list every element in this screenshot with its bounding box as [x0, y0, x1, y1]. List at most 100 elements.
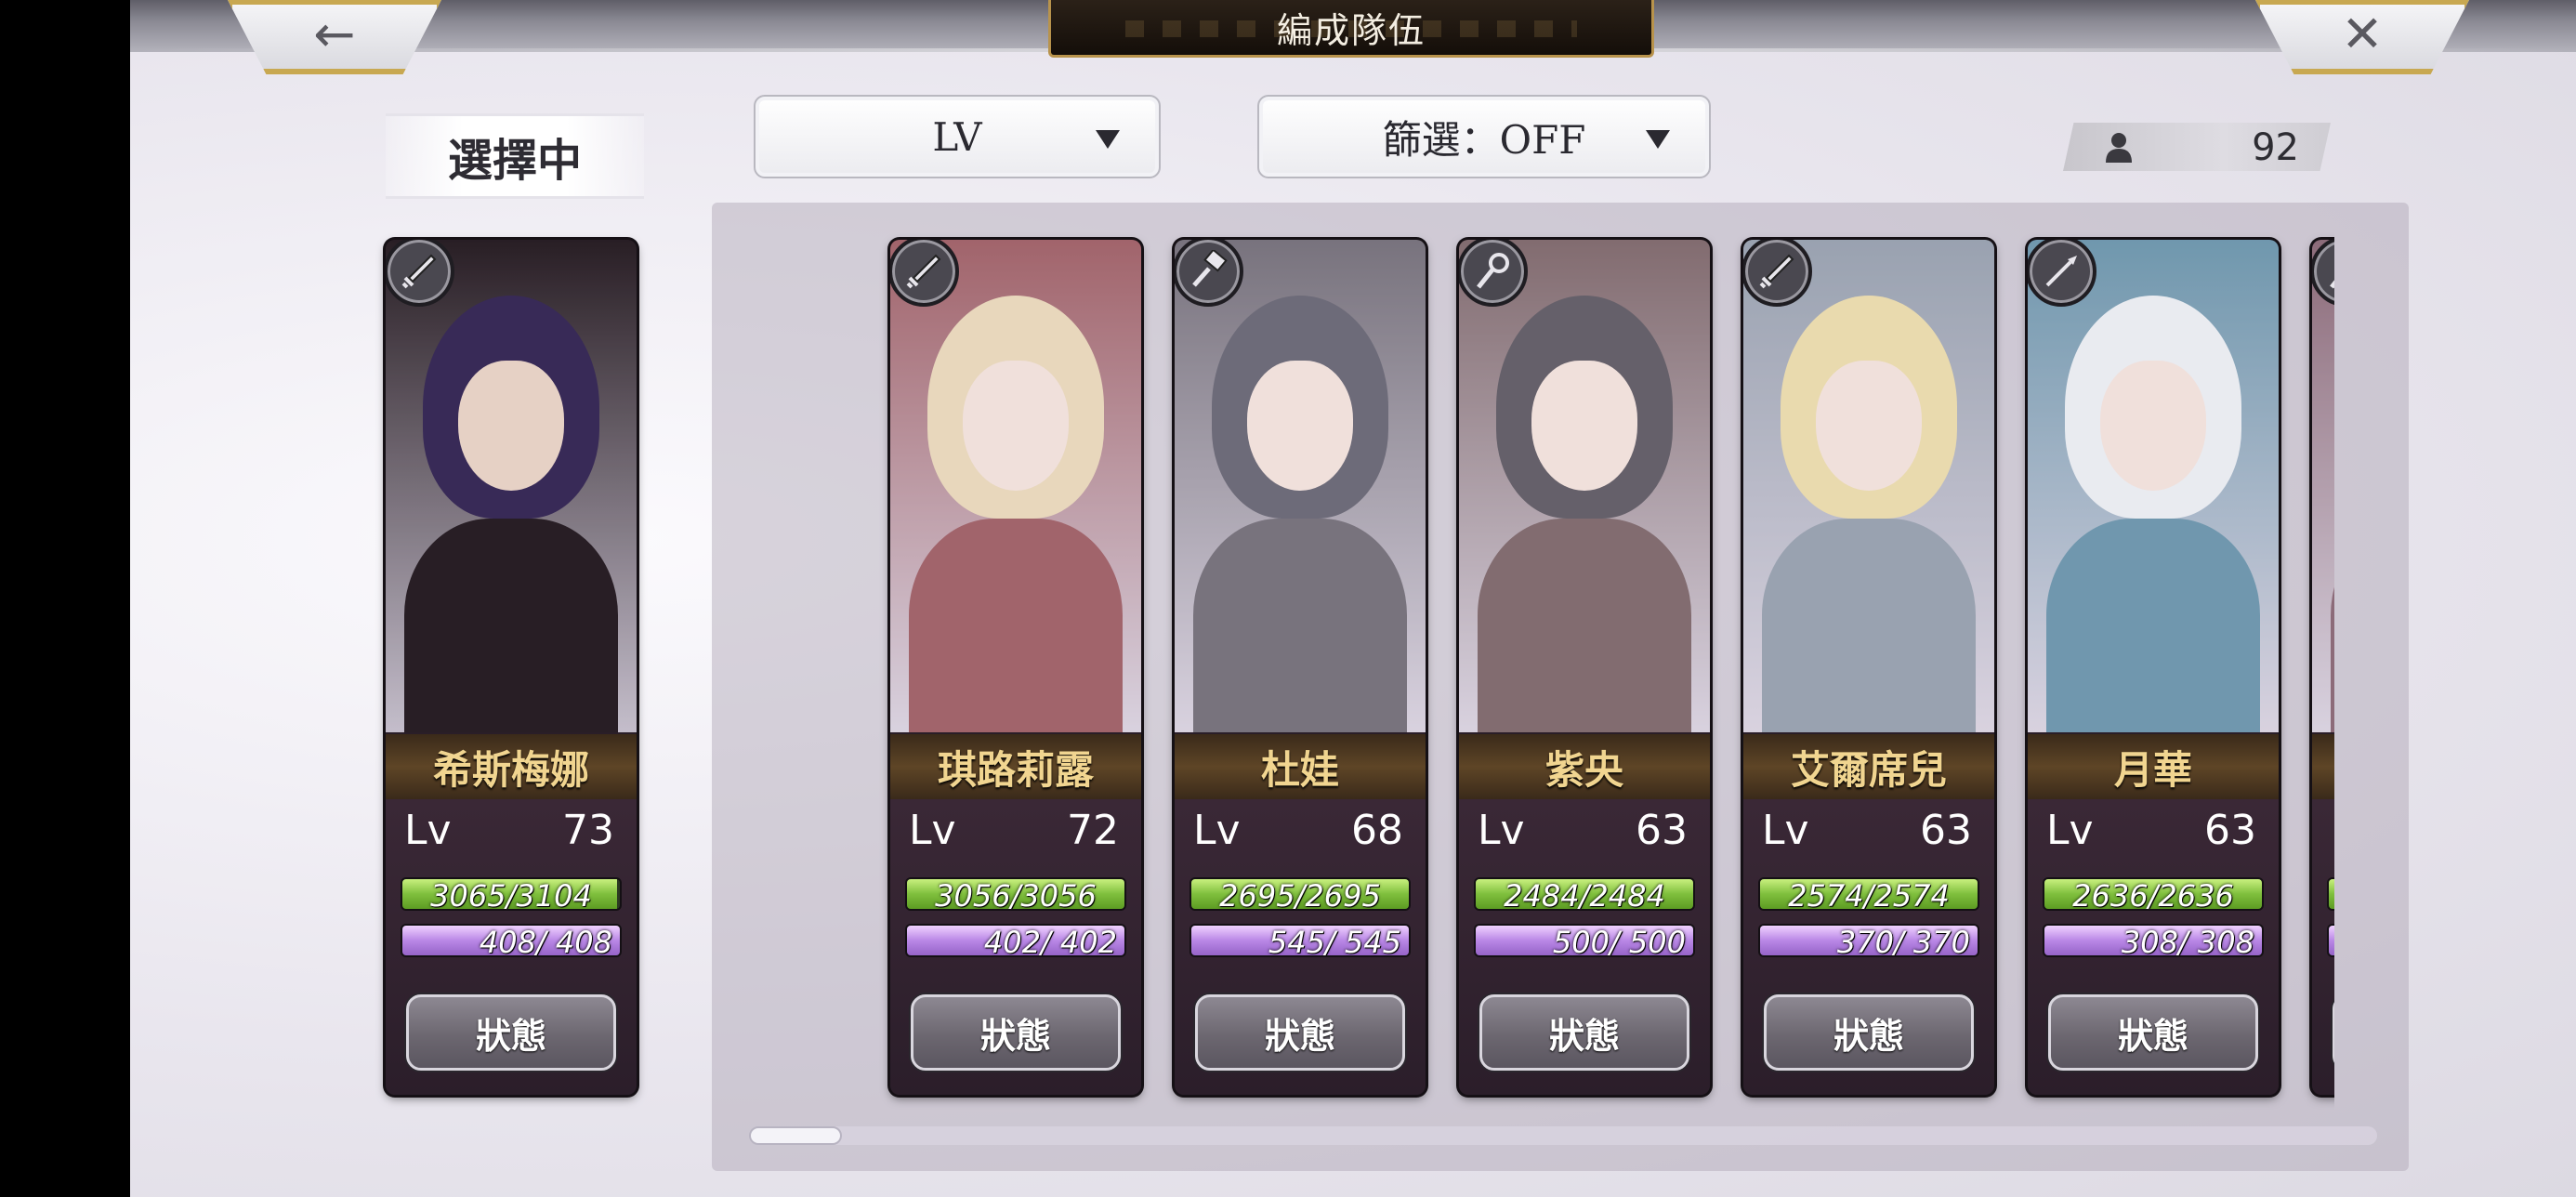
- status-button[interactable]: 狀態: [1195, 994, 1405, 1071]
- mp-value: 370/ 370: [1836, 925, 1970, 957]
- filter-dropdown[interactable]: 篩選：OFF: [1257, 95, 1711, 178]
- person-icon: [2106, 133, 2132, 163]
- level-label: Lv: [2331, 807, 2334, 854]
- hp-value: 3065/3104: [430, 878, 592, 911]
- back-arrow-icon: ←: [313, 4, 356, 63]
- level-row: Lv 72: [905, 807, 1126, 862]
- hp-value: 3056/3056: [935, 878, 1097, 911]
- character-name-plate: 希斯梅娜: [386, 734, 637, 799]
- level-value: 63: [2204, 807, 2256, 854]
- level-row: Lv 63: [2043, 807, 2264, 862]
- sort-dropdown[interactable]: LV: [754, 95, 1161, 178]
- hp-bar: 3065/3104: [401, 877, 622, 911]
- status-button[interactable]: 狀態: [406, 994, 616, 1071]
- mp-bar: 390/ 390: [2327, 924, 2334, 957]
- sort-value: LV: [932, 113, 982, 160]
- level-label: Lv: [909, 807, 956, 854]
- hp-bar: 3056/3056: [905, 877, 1126, 911]
- character-name-plate: 月華: [2028, 734, 2279, 799]
- level-label: Lv: [404, 807, 452, 854]
- mp-value: 402/ 402: [983, 925, 1117, 957]
- hp-bar: 2484/2484: [1474, 877, 1695, 911]
- hp-value: 2636/2636: [2072, 878, 2234, 911]
- character-stats: Lv 63 2484/2484 500/ 500 狀態: [1459, 799, 1710, 1095]
- status-button-label: 狀態: [1264, 1014, 1335, 1057]
- status-button[interactable]: 狀態: [1764, 994, 1974, 1071]
- level-row: Lv 63: [1758, 807, 1979, 862]
- hp-value: 2352/2352: [2329, 879, 2334, 909]
- list-scrollbar[interactable]: [749, 1126, 2377, 1145]
- character-stats: Lv 63 2574/2574 370/ 370 狀態: [1743, 799, 1994, 1095]
- level-value: 63: [1920, 807, 1972, 854]
- character-name: 月華: [2113, 746, 2192, 793]
- status-button[interactable]: 狀態: [1479, 994, 1689, 1071]
- filter-value: 篩選：OFF: [1382, 116, 1586, 163]
- character-name: 艾爾席兒: [1790, 746, 1947, 793]
- hp-bar: 2695/2695: [1189, 877, 1411, 911]
- character-stats: Lv 63 2352/2352 390/ 390 狀態: [2312, 799, 2334, 1095]
- character-name: 希斯梅娜: [432, 746, 589, 793]
- character-card[interactable]: 配置中 琪路莉露 Lv 72 3056/3056 402/ 402 狀態: [890, 240, 1141, 1095]
- mp-value: 390/ 390: [2329, 926, 2334, 955]
- character-card[interactable]: 配置中 月華 Lv 63 2636/2636 308/ 308 狀態: [2028, 240, 2279, 1095]
- level-label: Lv: [1762, 807, 1809, 854]
- mp-bar: 545/ 545: [1189, 924, 1411, 957]
- character-card[interactable]: 配置中 由奈 Lv 63 2352/2352 390/ 390 狀態: [2312, 240, 2334, 1095]
- level-value: 73: [562, 807, 614, 854]
- selected-section-label: 選擇中: [386, 113, 644, 199]
- level-value: 68: [1351, 807, 1403, 854]
- mp-value: 308/ 308: [2121, 925, 2254, 957]
- character-name: 琪路莉露: [937, 746, 1094, 793]
- level-row: Lv 73: [401, 807, 622, 862]
- close-button[interactable]: ✕: [2255, 0, 2469, 74]
- character-stats: Lv 72 3056/3056 402/ 402 狀態: [890, 799, 1141, 1095]
- level-label: Lv: [1478, 807, 1525, 854]
- character-name-plate: 紫央: [1459, 734, 1710, 799]
- character-list[interactable]: 配置中 琪路莉露 Lv 72 3056/3056 402/ 402 狀態: [749, 223, 2334, 1115]
- mp-value: 545/ 545: [1268, 925, 1401, 957]
- level-label: Lv: [1193, 807, 1241, 854]
- mp-bar: 402/ 402: [905, 924, 1126, 957]
- status-button[interactable]: 狀態: [911, 994, 1121, 1071]
- status-button-label: 狀態: [475, 1014, 546, 1057]
- character-name-plate: 艾爾席兒: [1743, 734, 1994, 799]
- mp-bar: 500/ 500: [1474, 924, 1695, 957]
- hp-value: 2484/2484: [1504, 878, 1665, 911]
- character-card[interactable]: 配置中 艾爾席兒 Lv 63 2574/2574 370/ 370 狀態: [1743, 240, 1994, 1095]
- character-name-plate: 由奈: [2312, 734, 2334, 799]
- mp-bar: 370/ 370: [1758, 924, 1979, 957]
- hp-bar: 2574/2574: [1758, 877, 1979, 911]
- roster-count: 92: [2063, 123, 2331, 171]
- hp-bar: 2352/2352: [2327, 877, 2334, 911]
- level-value: 63: [1636, 807, 1688, 854]
- level-row: Lv 63: [1474, 807, 1695, 862]
- character-card[interactable]: 配置中 紫央 Lv 63 2484/2484 500/ 500 狀態: [1459, 240, 1710, 1095]
- mp-bar: 408/ 408: [401, 924, 622, 957]
- list-scrollbar-thumb[interactable]: [749, 1126, 842, 1145]
- mp-value: 500/ 500: [1552, 925, 1686, 957]
- character-card[interactable]: 配置中 杜娃 Lv 68 2695/2695 545/ 545 狀態: [1175, 240, 1426, 1095]
- back-button[interactable]: ←: [228, 0, 441, 74]
- status-button[interactable]: 狀態: [2333, 994, 2334, 1071]
- level-label: Lv: [2046, 807, 2094, 854]
- hp-bar: 2636/2636: [2043, 877, 2264, 911]
- party-formation-screen: ← 編成隊伍 ✕ 選擇中 LV 篩選：OFF 92 卸除: [130, 0, 2576, 1197]
- character-name: 紫央: [1544, 746, 1623, 793]
- dropdown-arrow-icon: [1096, 130, 1120, 149]
- dropdown-arrow-icon: [1646, 130, 1670, 149]
- status-button[interactable]: 狀態: [2048, 994, 2258, 1071]
- level-row: Lv 68: [1189, 807, 1411, 862]
- status-button-label: 狀態: [1833, 1014, 1904, 1057]
- hp-value: 2574/2574: [1788, 878, 1950, 911]
- character-stats: Lv 73 3065/3104 408/ 408 狀態: [386, 799, 637, 1095]
- character-name: 杜娃: [1260, 746, 1339, 793]
- mp-value: 408/ 408: [479, 925, 612, 957]
- selected-character-card[interactable]: 卸除 希斯梅娜 Lv 73 3065/3104 408/ 408 狀態: [386, 240, 637, 1095]
- character-name-plate: 杜娃: [1175, 734, 1426, 799]
- level-row: Lv 63: [2327, 807, 2334, 862]
- level-value: 72: [1067, 807, 1119, 854]
- character-name-plate: 琪路莉露: [890, 734, 1141, 799]
- status-button-label: 狀態: [979, 1014, 1051, 1057]
- character-stats: Lv 68 2695/2695 545/ 545 狀態: [1175, 799, 1426, 1095]
- status-button-label: 狀態: [1548, 1014, 1620, 1057]
